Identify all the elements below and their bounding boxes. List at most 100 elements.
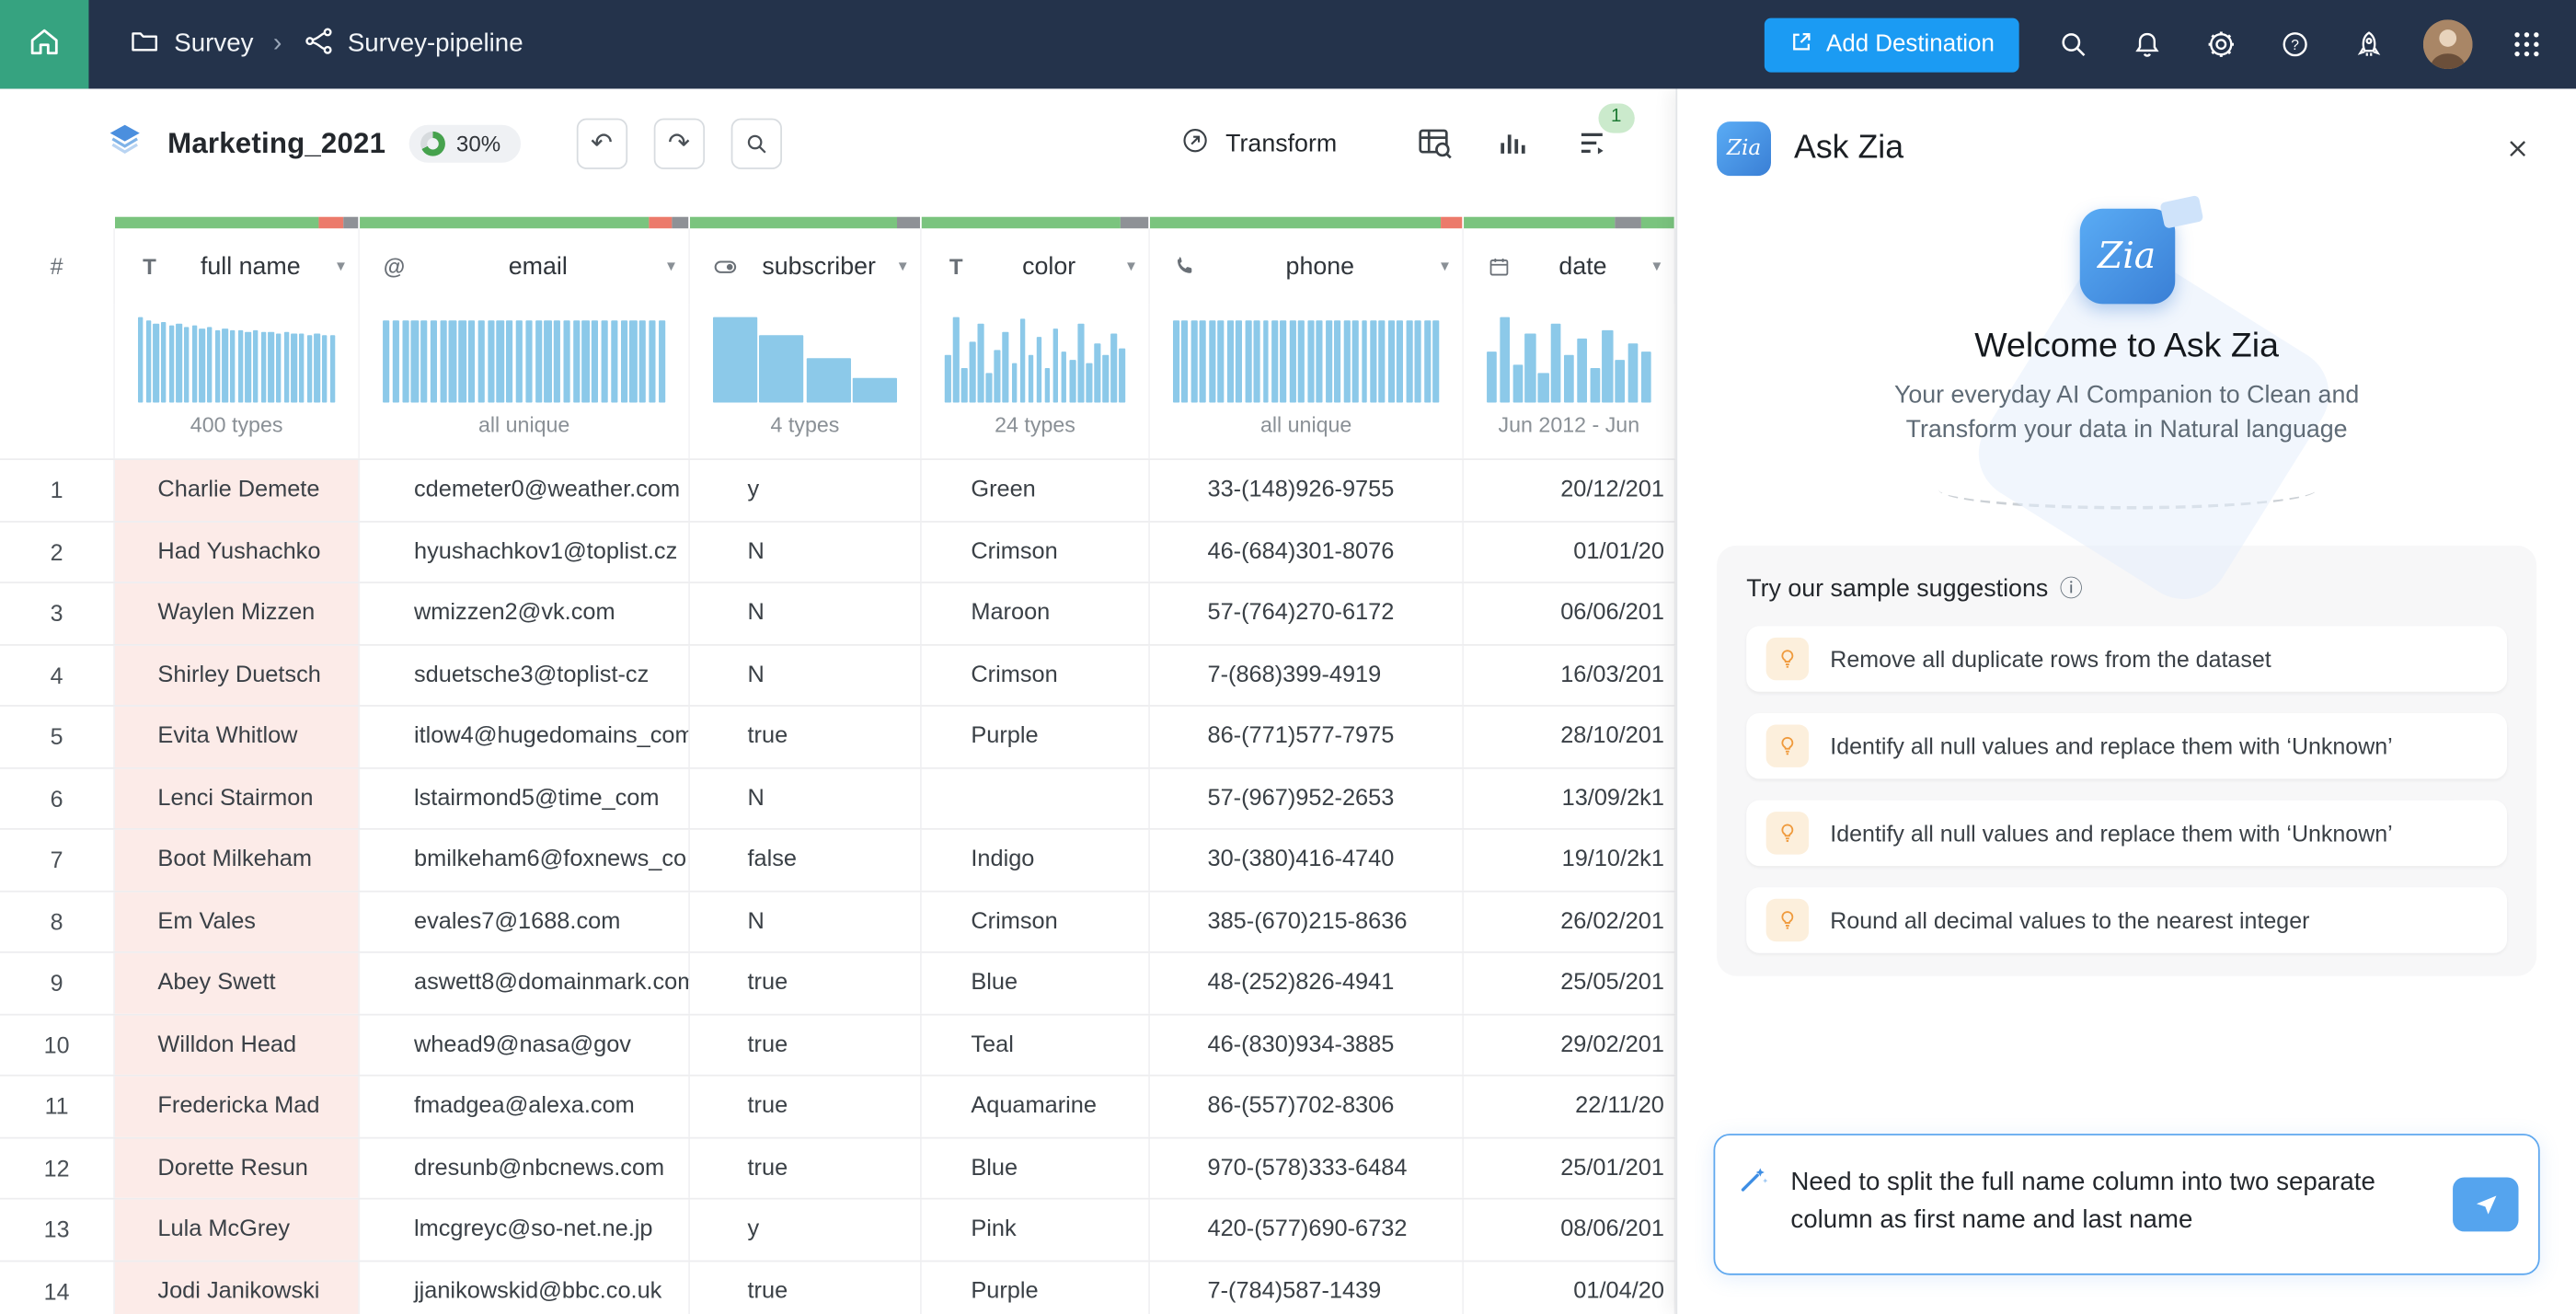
data-quality-pill[interactable]: 30% — [408, 124, 520, 162]
cell-full-name[interactable]: Had Yushachko — [115, 522, 360, 582]
cell-email[interactable]: lstairmond5@time_com — [360, 768, 690, 828]
cell-email[interactable]: dresunb@nbcnews.com — [360, 1138, 690, 1198]
histogram-subscriber[interactable]: 4 types — [690, 304, 922, 458]
cell-color[interactable]: Blue — [922, 953, 1150, 1013]
redo-button[interactable]: ↷ — [653, 118, 704, 168]
column-menu-caret-icon[interactable]: ▾ — [899, 257, 907, 275]
cell-date[interactable]: 06/06/201 — [1464, 583, 1675, 643]
cell-color[interactable] — [922, 768, 1150, 828]
cell-phone[interactable]: 33-(148)926-9755 — [1150, 460, 1464, 520]
cell-phone[interactable]: 46-(830)934-3885 — [1150, 1015, 1464, 1075]
cell-date[interactable]: 01/04/20 — [1464, 1262, 1675, 1314]
cell-email[interactable]: aswett8@domainmark.com — [360, 953, 690, 1013]
cell-email[interactable]: bmilkeham6@foxnews_co — [360, 830, 690, 890]
column-menu-caret-icon[interactable]: ▾ — [1127, 257, 1135, 275]
cell-full-name[interactable]: Waylen Mizzen — [115, 583, 360, 643]
cell-date[interactable]: 28/10/201 — [1464, 707, 1675, 766]
cell-date[interactable]: 25/01/201 — [1464, 1138, 1675, 1198]
cell-date[interactable]: 13/09/2k1 — [1464, 768, 1675, 828]
cell-subscriber[interactable]: true — [690, 1138, 922, 1198]
column-header-color[interactable]: Tcolor▾ — [922, 228, 1150, 304]
cell-email[interactable]: lmcgreyc@so-net.ne.jp — [360, 1200, 690, 1260]
histogram-full-name[interactable]: 400 types — [115, 304, 360, 458]
cell-phone[interactable]: 57-(764)270-6172 — [1150, 583, 1464, 643]
whats-new-rocket-icon[interactable] — [2350, 25, 2389, 64]
cell-color[interactable]: Purple — [922, 707, 1150, 766]
zia-input-text[interactable]: Need to split the full name column into … — [1790, 1163, 2430, 1239]
cell-phone[interactable]: 385-(670)215-8636 — [1150, 892, 1464, 951]
cell-full-name[interactable]: Fredericka Mad — [115, 1077, 360, 1136]
column-header-full-name[interactable]: Tfull name▾ — [115, 228, 360, 304]
cell-date[interactable]: 16/03/201 — [1464, 645, 1675, 705]
table-search-icon[interactable] — [1413, 121, 1455, 164]
pipeline-steps-icon[interactable]: 1 — [1570, 121, 1613, 164]
cell-subscriber[interactable]: N — [690, 645, 922, 705]
cell-email[interactable]: fmadgea@alexa.com — [360, 1077, 690, 1136]
column-header-phone[interactable]: phone▾ — [1150, 228, 1464, 304]
cell-phone[interactable]: 7-(868)399-4919 — [1150, 645, 1464, 705]
cell-phone[interactable]: 7-(784)587-1439 — [1150, 1262, 1464, 1314]
column-menu-caret-icon[interactable]: ▾ — [1441, 257, 1449, 275]
cell-date[interactable]: 20/12/201 — [1464, 460, 1675, 520]
cell-color[interactable]: Crimson — [922, 522, 1150, 582]
cell-full-name[interactable]: Willdon Head — [115, 1015, 360, 1075]
settings-gear-icon[interactable] — [2202, 25, 2241, 64]
cell-email[interactable]: evales7@1688.com — [360, 892, 690, 951]
cell-full-name[interactable]: Evita Whitlow — [115, 707, 360, 766]
cell-color[interactable]: Blue — [922, 1138, 1150, 1198]
cell-email[interactable]: cdemeter0@weather.com — [360, 460, 690, 520]
cell-color[interactable]: Green — [922, 460, 1150, 520]
cell-full-name[interactable]: Em Vales — [115, 892, 360, 951]
suggestion-item[interactable]: Remove all duplicate rows from the datas… — [1746, 627, 2507, 692]
apps-grid-icon[interactable] — [2507, 25, 2547, 64]
search-icon[interactable] — [2053, 25, 2093, 64]
cell-email[interactable]: wmizzen2@vk.com — [360, 583, 690, 643]
cell-color[interactable]: Purple — [922, 1262, 1150, 1314]
zia-input[interactable]: Need to split the full name column into … — [1713, 1134, 2539, 1275]
notifications-bell-icon[interactable] — [2127, 25, 2167, 64]
cell-full-name[interactable]: Shirley Duetsch — [115, 645, 360, 705]
cell-subscriber[interactable]: true — [690, 1077, 922, 1136]
cell-full-name[interactable]: Charlie Demete — [115, 460, 360, 520]
cell-phone[interactable]: 420-(577)690-6732 — [1150, 1200, 1464, 1260]
cell-phone[interactable]: 970-(578)333-6484 — [1150, 1138, 1464, 1198]
histogram-color[interactable]: 24 types — [922, 304, 1150, 458]
suggestion-item[interactable]: Identify all null values and replace the… — [1746, 714, 2507, 779]
cell-email[interactable]: hyushachkov1@toplist.cz — [360, 522, 690, 582]
column-header-subscriber[interactable]: subscriber▾ — [690, 228, 922, 304]
cell-date[interactable]: 19/10/2k1 — [1464, 830, 1675, 890]
suggestion-item[interactable]: Identify all null values and replace the… — [1746, 801, 2507, 866]
breadcrumb-pipeline[interactable]: Survey-pipeline — [302, 24, 523, 65]
cell-subscriber[interactable]: N — [690, 583, 922, 643]
cell-phone[interactable]: 46-(684)301-8076 — [1150, 522, 1464, 582]
user-avatar[interactable] — [2423, 19, 2473, 69]
cell-phone[interactable]: 57-(967)952-2653 — [1150, 768, 1464, 828]
chart-view-icon[interactable] — [1491, 121, 1534, 164]
cell-subscriber[interactable]: N — [690, 768, 922, 828]
cell-full-name[interactable]: Boot Milkeham — [115, 830, 360, 890]
cell-full-name[interactable]: Lula McGrey — [115, 1200, 360, 1260]
column-header-date[interactable]: date▾ — [1464, 228, 1675, 304]
histogram-phone[interactable]: all unique — [1150, 304, 1464, 458]
column-menu-caret-icon[interactable]: ▾ — [1652, 257, 1661, 275]
close-panel-icon[interactable] — [2497, 129, 2536, 168]
cell-color[interactable]: Pink — [922, 1200, 1150, 1260]
column-menu-caret-icon[interactable]: ▾ — [337, 257, 345, 275]
cell-subscriber[interactable]: N — [690, 892, 922, 951]
cell-email[interactable]: itlow4@hugedomains_com — [360, 707, 690, 766]
cell-subscriber[interactable]: y — [690, 460, 922, 520]
cell-email[interactable]: whead9@nasa@gov — [360, 1015, 690, 1075]
cell-date[interactable]: 26/02/201 — [1464, 892, 1675, 951]
cell-subscriber[interactable]: N — [690, 522, 922, 582]
column-header-email[interactable]: @email▾ — [360, 228, 690, 304]
help-icon[interactable]: ? — [2275, 25, 2315, 64]
cell-phone[interactable]: 30-(380)416-4740 — [1150, 830, 1464, 890]
histogram-email[interactable]: all unique — [360, 304, 690, 458]
cell-phone[interactable]: 86-(771)577-7975 — [1150, 707, 1464, 766]
cell-date[interactable]: 29/02/201 — [1464, 1015, 1675, 1075]
cell-color[interactable]: Aquamarine — [922, 1077, 1150, 1136]
cell-color[interactable]: Crimson — [922, 892, 1150, 951]
histogram-date[interactable]: Jun 2012 - Jun — [1464, 304, 1675, 458]
cell-subscriber[interactable]: false — [690, 830, 922, 890]
add-destination-button[interactable]: Add Destination — [1764, 17, 2018, 72]
